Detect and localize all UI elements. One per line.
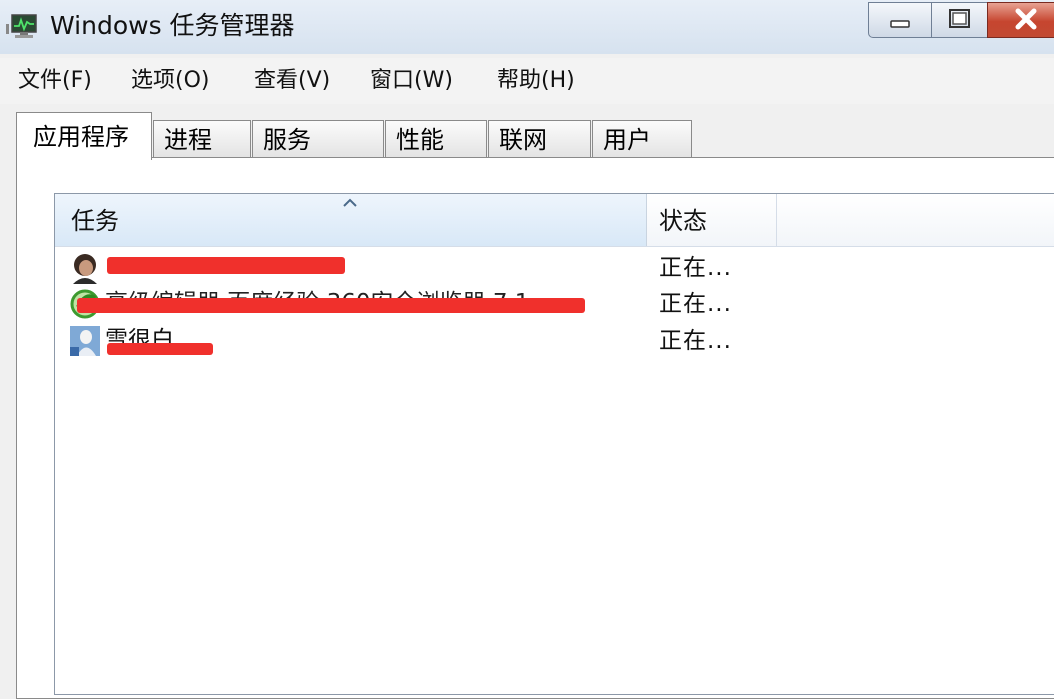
- column-label-task: 任务: [71, 207, 119, 235]
- close-icon: [1015, 8, 1037, 30]
- title-bar[interactable]: Windows 任务管理器: [0, 0, 1054, 54]
- minimize-button[interactable]: [868, 2, 932, 38]
- task-list[interactable]: 任务 状态 正在... 高级编辑器 百度经验 360安全浏览器 7.1 正在.: [54, 193, 1054, 695]
- maximize-icon: [949, 9, 970, 28]
- sort-ascending-icon: [343, 198, 357, 207]
- window-title: Windows 任务管理器: [50, 11, 295, 40]
- menu-options[interactable]: 选项(O): [131, 66, 209, 96]
- task-status: 正在...: [659, 328, 732, 354]
- maximize-button[interactable]: [931, 2, 988, 38]
- menu-window[interactable]: 窗口(W): [370, 66, 453, 96]
- menu-bar: 文件(F) 选项(O) 查看(V) 窗口(W) 帮助(H): [0, 58, 1054, 104]
- menu-file[interactable]: 文件(F): [18, 66, 92, 96]
- list-item[interactable]: 正在...: [55, 250, 1054, 287]
- task-status: 正在...: [659, 255, 732, 281]
- column-label-status: 状态: [659, 207, 707, 235]
- qq-chat-icon: [69, 325, 101, 357]
- tab-processes[interactable]: 进程: [153, 120, 251, 158]
- list-header: 任务 状态: [55, 194, 1054, 247]
- menu-help[interactable]: 帮助(H): [497, 66, 575, 96]
- task-manager-monitor-icon: [6, 12, 40, 42]
- user-avatar-icon: [69, 252, 101, 284]
- menu-view[interactable]: 查看(V): [254, 66, 330, 96]
- column-header-task[interactable]: 任务: [55, 194, 647, 246]
- tab-performance[interactable]: 性能: [385, 120, 487, 158]
- tab-networking[interactable]: 联网: [488, 120, 591, 158]
- redaction-mark: [77, 298, 585, 313]
- list-item[interactable]: 高级编辑器 百度经验 360安全浏览器 7.1 正在...: [55, 286, 1054, 323]
- redaction-mark: [107, 343, 213, 355]
- task-status: 正在...: [659, 291, 732, 317]
- tab-services[interactable]: 服务: [252, 120, 384, 158]
- list-item[interactable]: 雪很白 正在...: [55, 323, 1054, 360]
- close-button[interactable]: [987, 2, 1054, 38]
- minimize-icon: [890, 20, 910, 28]
- column-header-status[interactable]: 状态: [647, 194, 777, 246]
- tab-applications[interactable]: 应用程序: [16, 112, 152, 160]
- tab-users[interactable]: 用户: [592, 120, 692, 158]
- redaction-mark: [107, 257, 345, 274]
